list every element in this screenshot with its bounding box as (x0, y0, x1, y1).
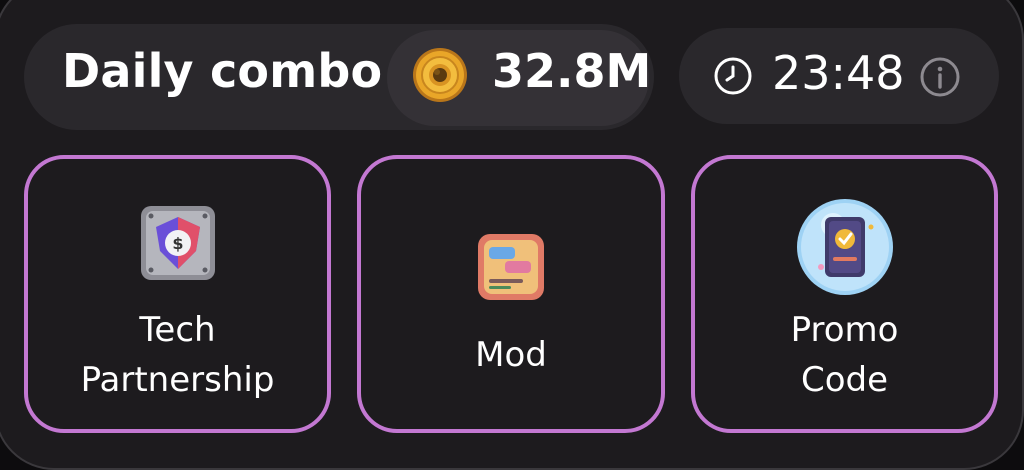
svg-text:$: $ (172, 234, 183, 253)
card-label-line1: Tech (139, 310, 216, 350)
card-label-line2: Code (800, 360, 889, 400)
ticket-badge-icon (796, 199, 893, 295)
reward-amount: 32.8M (492, 44, 652, 98)
card-mod[interactable]: Mod (357, 155, 665, 433)
card-tech-partnership[interactable]: $ Tech Partnership (24, 155, 331, 433)
info-icon[interactable] (919, 56, 961, 98)
chat-window-icon (478, 234, 544, 300)
daily-combo-title: Daily combo (62, 44, 383, 98)
card-label-line1: Promo (790, 310, 899, 350)
shield-money-icon: $ (140, 206, 215, 280)
coin-icon (413, 48, 467, 102)
card-label-line2: Partnership (80, 360, 275, 400)
timer-countdown: 23:48 (772, 46, 905, 100)
card-label: Mod (475, 335, 547, 375)
card-promo-code[interactable]: Promo Code (691, 155, 998, 433)
clock-icon (714, 57, 752, 95)
